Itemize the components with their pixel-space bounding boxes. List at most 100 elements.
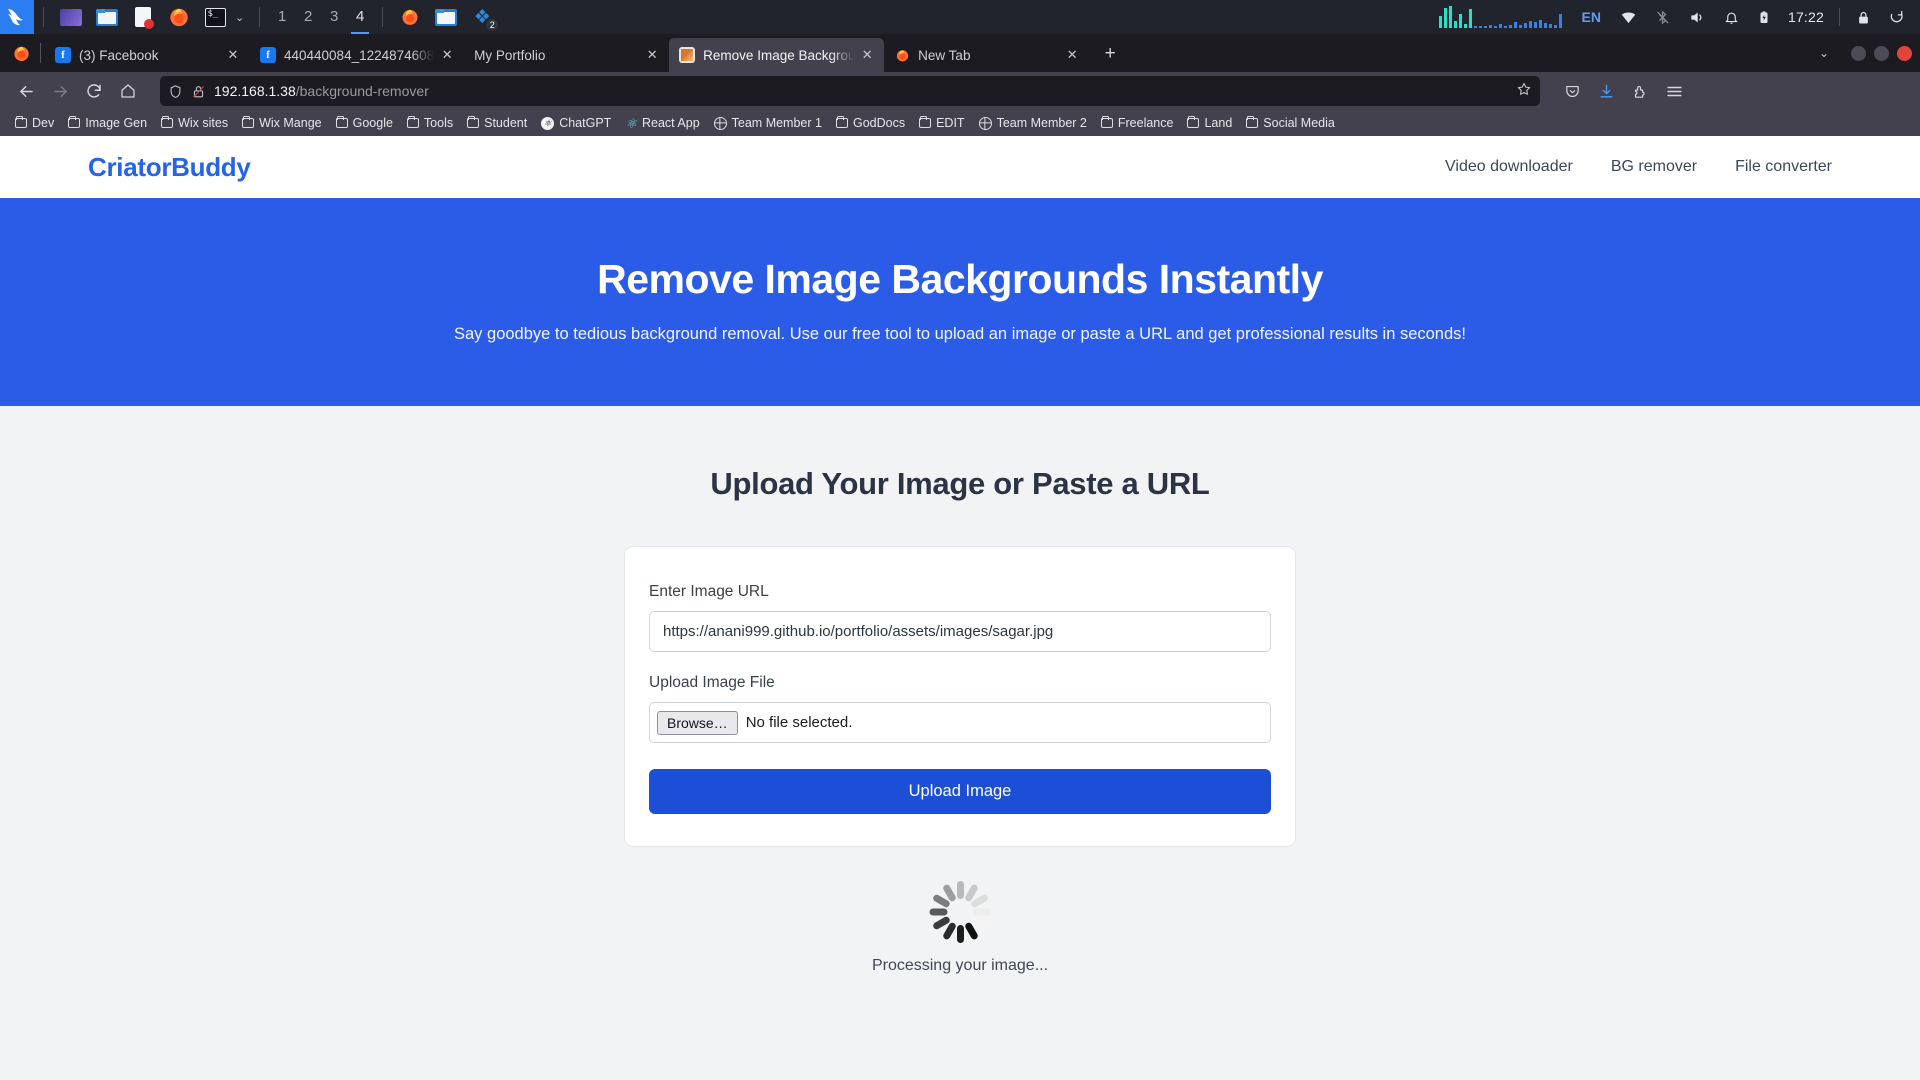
bluetooth-disabled-icon[interactable] xyxy=(1655,9,1670,26)
spinner-segment xyxy=(973,908,991,916)
processing-status: Processing your image... xyxy=(0,881,1920,975)
bookmark-goddocs[interactable]: GodDocs xyxy=(829,114,912,132)
image-url-input[interactable]: https://anani999.github.io/portfolio/ass… xyxy=(649,611,1271,652)
tab-close-icon[interactable]: ✕ xyxy=(224,46,242,64)
wifi-icon[interactable] xyxy=(1620,9,1637,26)
bookmark-land[interactable]: Land xyxy=(1180,114,1239,132)
tabstrip-divider xyxy=(40,43,41,63)
browser-tab-image[interactable]: f 440440084_1224874608 ✕ xyxy=(250,38,464,72)
clock[interactable]: 17:22 xyxy=(1788,9,1824,25)
list-all-tabs-icon[interactable]: ⌄ xyxy=(1805,46,1843,60)
file-upload-field[interactable]: Browse… No file selected. xyxy=(649,702,1271,743)
hamburger-menu-icon[interactable] xyxy=(1658,75,1690,107)
url-path: /background-remover xyxy=(295,83,429,99)
bookmark-freelance[interactable]: Freelance xyxy=(1094,114,1181,132)
firefox-browser-chrome: f (3) Facebook ✕ f 440440084_1224874608 … xyxy=(0,34,1920,136)
upload-image-button[interactable]: Upload Image xyxy=(649,769,1271,814)
folder-icon xyxy=(242,116,255,128)
bookmark-label: Dev xyxy=(32,116,55,130)
tab-close-icon[interactable]: ✕ xyxy=(438,46,456,64)
file-manager-window-button[interactable] xyxy=(433,4,459,30)
bookmark-label: Social Media xyxy=(1263,116,1335,130)
workspace-3[interactable]: 3 xyxy=(321,0,347,34)
forward-button[interactable] xyxy=(44,75,76,107)
file-manager-icon[interactable] xyxy=(94,4,120,30)
download-icon[interactable] xyxy=(1590,75,1622,107)
address-bar[interactable]: 192.168.1.38/background-remover xyxy=(160,76,1540,106)
vscode-window-button[interactable]: ❖ 2 xyxy=(469,4,500,32)
kali-start-button[interactable] xyxy=(0,0,34,34)
bookmark-tools[interactable]: Tools xyxy=(400,114,460,132)
browse-button[interactable]: Browse… xyxy=(657,710,738,735)
tab-close-icon[interactable]: ✕ xyxy=(643,46,661,64)
power-icon[interactable] xyxy=(1889,9,1905,26)
lock-icon[interactable] xyxy=(1856,9,1871,26)
bookmark-student[interactable]: Student xyxy=(460,114,534,132)
window-minimize-button[interactable] xyxy=(1851,45,1866,61)
workspace-switcher[interactable]: 1 2 3 4 xyxy=(269,0,373,34)
language-indicator[interactable]: EN xyxy=(1582,9,1601,25)
text-editor-icon[interactable] xyxy=(130,4,156,30)
lock-crossed-icon[interactable] xyxy=(191,84,206,99)
bookmark-image-gen[interactable]: Image Gen xyxy=(61,114,154,132)
nav-video-downloader[interactable]: Video downloader xyxy=(1445,158,1573,176)
folder-icon xyxy=(335,116,348,128)
url-field-label: Enter Image URL xyxy=(649,583,769,600)
workspace-4[interactable]: 4 xyxy=(347,0,373,34)
site-navigation: Video downloader BG remover File convert… xyxy=(1445,158,1832,176)
terminal-icon[interactable]: $_ xyxy=(202,4,228,30)
gradient-app-icon[interactable] xyxy=(58,4,84,30)
shield-icon[interactable] xyxy=(168,84,183,99)
site-logo[interactable]: CriatorBuddy xyxy=(88,152,251,183)
bookmark-team-member-2[interactable]: Team Member 2 xyxy=(972,114,1094,132)
tab-title: New Tab xyxy=(918,47,971,63)
tab-title: My Portfolio xyxy=(474,47,546,63)
chevron-down-icon[interactable]: ⌄ xyxy=(235,11,244,24)
bookmark-react-app[interactable]: ⚛ React App xyxy=(618,114,706,132)
main-content: Upload Your Image or Paste a URL Enter I… xyxy=(0,406,1920,975)
firefox-icon[interactable] xyxy=(166,4,192,30)
toolbar-actions xyxy=(1556,75,1692,107)
firefox-account-icon[interactable] xyxy=(4,34,38,72)
bookmark-social-media[interactable]: Social Media xyxy=(1239,114,1342,132)
firefox-window-button[interactable] xyxy=(397,4,423,30)
bookmark-dev[interactable]: Dev xyxy=(8,114,61,132)
bookmark-label: Student xyxy=(484,116,528,130)
browser-tab-new-tab[interactable]: New Tab ✕ xyxy=(884,38,1089,72)
bookmark-edit[interactable]: EDIT xyxy=(912,114,971,132)
bookmark-google[interactable]: Google xyxy=(329,114,400,132)
spinner-segment xyxy=(956,881,964,899)
workspace-1[interactable]: 1 xyxy=(269,0,295,34)
bell-icon[interactable] xyxy=(1724,9,1739,26)
hero-banner: Remove Image Backgrounds Instantly Say g… xyxy=(0,198,1920,406)
bookmark-wix-sites[interactable]: Wix sites xyxy=(154,114,235,132)
browser-tab-facebook[interactable]: f (3) Facebook ✕ xyxy=(45,38,250,72)
tray-divider xyxy=(1839,8,1840,26)
reload-button[interactable] xyxy=(78,75,110,107)
taskbar-divider-3 xyxy=(382,7,384,27)
tab-close-icon[interactable]: ✕ xyxy=(1063,46,1081,64)
extension-icon[interactable] xyxy=(1624,75,1656,107)
tab-close-icon[interactable]: ✕ xyxy=(858,46,876,64)
window-close-button[interactable] xyxy=(1897,45,1912,61)
nav-bg-remover[interactable]: BG remover xyxy=(1611,158,1697,176)
url-text[interactable]: 192.168.1.38/background-remover xyxy=(214,83,429,99)
browser-tab-portfolio[interactable]: My Portfolio ✕ xyxy=(464,38,669,72)
folder-icon xyxy=(1246,116,1259,128)
bookmark-star-icon[interactable] xyxy=(1516,81,1532,102)
workspace-2[interactable]: 2 xyxy=(295,0,321,34)
browser-tab-remove-image-background[interactable]: Remove Image Background ✕ xyxy=(669,38,885,72)
back-button[interactable] xyxy=(10,75,42,107)
bookmark-team-member-1[interactable]: Team Member 1 xyxy=(707,114,829,132)
window-maximize-button[interactable] xyxy=(1874,45,1889,61)
bookmark-wix-mange[interactable]: Wix Mange xyxy=(235,114,329,132)
volume-icon[interactable] xyxy=(1688,9,1706,26)
pocket-icon[interactable] xyxy=(1556,75,1588,107)
bookmark-label: Wix Mange xyxy=(259,116,322,130)
bookmark-chatgpt[interactable]: ⚛ ChatGPT xyxy=(534,114,618,132)
home-button[interactable] xyxy=(112,75,144,107)
new-tab-button[interactable]: + xyxy=(1095,39,1125,69)
nav-file-converter[interactable]: File converter xyxy=(1735,158,1832,176)
battery-charging-icon[interactable] xyxy=(1757,9,1771,26)
folder-icon xyxy=(1187,116,1200,128)
